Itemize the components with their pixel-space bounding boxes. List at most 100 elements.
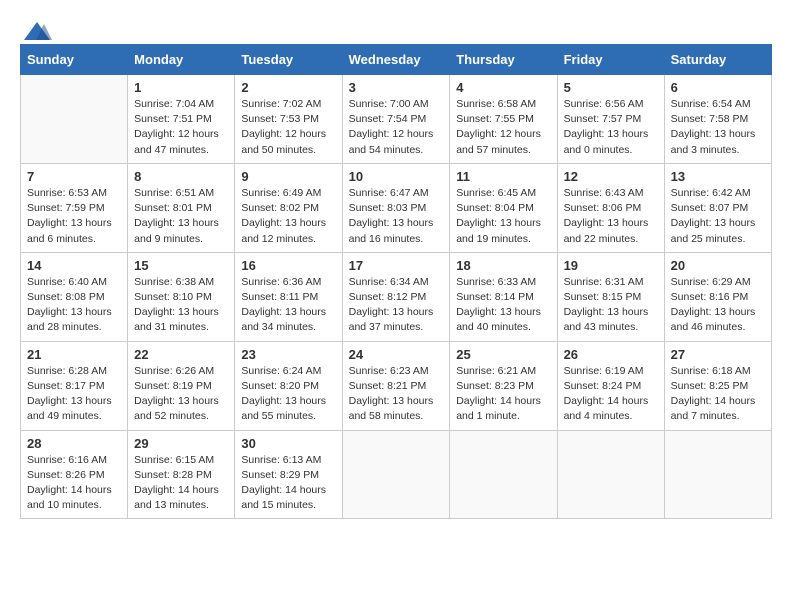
day-number: 29 bbox=[134, 436, 228, 451]
day-info: Sunrise: 6:49 AMSunset: 8:02 PMDaylight:… bbox=[241, 186, 335, 247]
calendar-cell: 27Sunrise: 6:18 AMSunset: 8:25 PMDayligh… bbox=[664, 341, 771, 430]
calendar-cell bbox=[557, 430, 664, 519]
day-number: 26 bbox=[564, 347, 658, 362]
calendar-cell bbox=[450, 430, 557, 519]
day-info: Sunrise: 6:56 AMSunset: 7:57 PMDaylight:… bbox=[564, 97, 658, 158]
calendar-body: 1 Sunrise: 7:04 AMSunset: 7:51 PMDaylight… bbox=[21, 75, 772, 519]
day-number: 7 bbox=[27, 169, 121, 184]
weekday-monday: Monday bbox=[128, 45, 235, 75]
day-info: Sunrise: 6:24 AMSunset: 8:20 PMDaylight:… bbox=[241, 364, 335, 425]
day-number: 28 bbox=[27, 436, 121, 451]
calendar-cell: 11 Sunrise: 6:45 AMSunset: 8:04 PMDayligh… bbox=[450, 163, 557, 252]
day-number: 30 bbox=[241, 436, 335, 451]
day-number: 19 bbox=[564, 258, 658, 273]
day-info: Sunrise: 6:43 AMSunset: 8:06 PMDaylight:… bbox=[564, 186, 658, 247]
week-row-2: 7 Sunrise: 6:53 AMSunset: 7:59 PMDaylight… bbox=[21, 163, 772, 252]
calendar-cell: 10Sunrise: 6:47 AMSunset: 8:03 PMDayligh… bbox=[342, 163, 450, 252]
page-header bbox=[20, 20, 772, 38]
calendar-cell: 14 Sunrise: 6:40 AMSunset: 8:08 PMDayligh… bbox=[21, 252, 128, 341]
week-row-4: 21 Sunrise: 6:28 AMSunset: 8:17 PMDayligh… bbox=[21, 341, 772, 430]
day-info: Sunrise: 6:53 AMSunset: 7:59 PMDaylight:… bbox=[27, 186, 121, 247]
day-info: Sunrise: 6:42 AMSunset: 8:07 PMDaylight:… bbox=[671, 186, 765, 247]
week-row-1: 1 Sunrise: 7:04 AMSunset: 7:51 PMDaylight… bbox=[21, 75, 772, 164]
calendar-cell: 8 Sunrise: 6:51 AMSunset: 8:01 PMDaylight… bbox=[128, 163, 235, 252]
calendar-cell: 2 Sunrise: 7:02 AMSunset: 7:53 PMDaylight… bbox=[235, 75, 342, 164]
day-number: 10 bbox=[349, 169, 444, 184]
day-info: Sunrise: 6:40 AMSunset: 8:08 PMDaylight:… bbox=[27, 275, 121, 336]
calendar-cell: 12 Sunrise: 6:43 AMSunset: 8:06 PMDayligh… bbox=[557, 163, 664, 252]
calendar-cell: 17 Sunrise: 6:34 AMSunset: 8:12 PMDayligh… bbox=[342, 252, 450, 341]
day-number: 16 bbox=[241, 258, 335, 273]
day-info: Sunrise: 6:33 AMSunset: 8:14 PMDaylight:… bbox=[456, 275, 550, 336]
calendar-cell: 21 Sunrise: 6:28 AMSunset: 8:17 PMDayligh… bbox=[21, 341, 128, 430]
calendar-cell: 20Sunrise: 6:29 AMSunset: 8:16 PMDayligh… bbox=[664, 252, 771, 341]
day-number: 14 bbox=[27, 258, 121, 273]
weekday-sunday: Sunday bbox=[21, 45, 128, 75]
logo bbox=[20, 20, 54, 38]
day-info: Sunrise: 6:34 AMSunset: 8:12 PMDaylight:… bbox=[349, 275, 444, 336]
day-info: Sunrise: 6:19 AMSunset: 8:24 PMDaylight:… bbox=[564, 364, 658, 425]
day-info: Sunrise: 6:28 AMSunset: 8:17 PMDaylight:… bbox=[27, 364, 121, 425]
week-row-5: 28 Sunrise: 6:16 AMSunset: 8:26 PMDayligh… bbox=[21, 430, 772, 519]
day-info: Sunrise: 7:04 AMSunset: 7:51 PMDaylight:… bbox=[134, 97, 228, 158]
day-number: 2 bbox=[241, 80, 335, 95]
calendar-cell: 9 Sunrise: 6:49 AMSunset: 8:02 PMDaylight… bbox=[235, 163, 342, 252]
calendar-cell: 15 Sunrise: 6:38 AMSunset: 8:10 PMDayligh… bbox=[128, 252, 235, 341]
day-info: Sunrise: 6:18 AMSunset: 8:25 PMDaylight:… bbox=[671, 364, 765, 425]
calendar-cell: 26 Sunrise: 6:19 AMSunset: 8:24 PMDayligh… bbox=[557, 341, 664, 430]
day-number: 13 bbox=[671, 169, 765, 184]
day-number: 4 bbox=[456, 80, 550, 95]
calendar-cell bbox=[342, 430, 450, 519]
day-info: Sunrise: 6:45 AMSunset: 8:04 PMDaylight:… bbox=[456, 186, 550, 247]
calendar-cell: 16Sunrise: 6:36 AMSunset: 8:11 PMDayligh… bbox=[235, 252, 342, 341]
day-number: 9 bbox=[241, 169, 335, 184]
day-number: 24 bbox=[349, 347, 444, 362]
day-number: 12 bbox=[564, 169, 658, 184]
calendar-cell: 19 Sunrise: 6:31 AMSunset: 8:15 PMDayligh… bbox=[557, 252, 664, 341]
day-info: Sunrise: 6:31 AMSunset: 8:15 PMDaylight:… bbox=[564, 275, 658, 336]
calendar-cell: 4Sunrise: 6:58 AMSunset: 7:55 PMDaylight… bbox=[450, 75, 557, 164]
day-info: Sunrise: 6:21 AMSunset: 8:23 PMDaylight:… bbox=[456, 364, 550, 425]
calendar-cell: 22 Sunrise: 6:26 AMSunset: 8:19 PMDayligh… bbox=[128, 341, 235, 430]
calendar-table: SundayMondayTuesdayWednesdayThursdayFrid… bbox=[20, 44, 772, 519]
day-info: Sunrise: 6:15 AMSunset: 8:28 PMDaylight:… bbox=[134, 453, 228, 514]
calendar-cell: 23Sunrise: 6:24 AMSunset: 8:20 PMDayligh… bbox=[235, 341, 342, 430]
weekday-header-row: SundayMondayTuesdayWednesdayThursdayFrid… bbox=[21, 45, 772, 75]
calendar-cell: 30Sunrise: 6:13 AMSunset: 8:29 PMDayligh… bbox=[235, 430, 342, 519]
calendar-cell: 3Sunrise: 7:00 AMSunset: 7:54 PMDaylight… bbox=[342, 75, 450, 164]
weekday-thursday: Thursday bbox=[450, 45, 557, 75]
weekday-friday: Friday bbox=[557, 45, 664, 75]
calendar-cell: 7 Sunrise: 6:53 AMSunset: 7:59 PMDaylight… bbox=[21, 163, 128, 252]
day-info: Sunrise: 6:16 AMSunset: 8:26 PMDaylight:… bbox=[27, 453, 121, 514]
day-info: Sunrise: 6:26 AMSunset: 8:19 PMDaylight:… bbox=[134, 364, 228, 425]
calendar-cell bbox=[21, 75, 128, 164]
calendar-cell: 5Sunrise: 6:56 AMSunset: 7:57 PMDaylight… bbox=[557, 75, 664, 164]
day-info: Sunrise: 6:51 AMSunset: 8:01 PMDaylight:… bbox=[134, 186, 228, 247]
day-info: Sunrise: 6:23 AMSunset: 8:21 PMDaylight:… bbox=[349, 364, 444, 425]
calendar-cell: 24 Sunrise: 6:23 AMSunset: 8:21 PMDayligh… bbox=[342, 341, 450, 430]
calendar-cell: 28 Sunrise: 6:16 AMSunset: 8:26 PMDayligh… bbox=[21, 430, 128, 519]
day-number: 11 bbox=[456, 169, 550, 184]
day-number: 6 bbox=[671, 80, 765, 95]
day-number: 17 bbox=[349, 258, 444, 273]
day-number: 18 bbox=[456, 258, 550, 273]
calendar-cell: 29 Sunrise: 6:15 AMSunset: 8:28 PMDayligh… bbox=[128, 430, 235, 519]
day-number: 8 bbox=[134, 169, 228, 184]
calendar-cell: 13 Sunrise: 6:42 AMSunset: 8:07 PMDayligh… bbox=[664, 163, 771, 252]
weekday-saturday: Saturday bbox=[664, 45, 771, 75]
weekday-wednesday: Wednesday bbox=[342, 45, 450, 75]
calendar-cell bbox=[664, 430, 771, 519]
day-number: 15 bbox=[134, 258, 228, 273]
logo-icon bbox=[22, 20, 52, 44]
day-number: 25 bbox=[456, 347, 550, 362]
day-number: 3 bbox=[349, 80, 444, 95]
day-info: Sunrise: 6:38 AMSunset: 8:10 PMDaylight:… bbox=[134, 275, 228, 336]
day-info: Sunrise: 6:54 AMSunset: 7:58 PMDaylight:… bbox=[671, 97, 765, 158]
day-number: 1 bbox=[134, 80, 228, 95]
day-info: Sunrise: 6:29 AMSunset: 8:16 PMDaylight:… bbox=[671, 275, 765, 336]
day-number: 21 bbox=[27, 347, 121, 362]
day-number: 22 bbox=[134, 347, 228, 362]
day-info: Sunrise: 7:02 AMSunset: 7:53 PMDaylight:… bbox=[241, 97, 335, 158]
weekday-tuesday: Tuesday bbox=[235, 45, 342, 75]
week-row-3: 14 Sunrise: 6:40 AMSunset: 8:08 PMDayligh… bbox=[21, 252, 772, 341]
